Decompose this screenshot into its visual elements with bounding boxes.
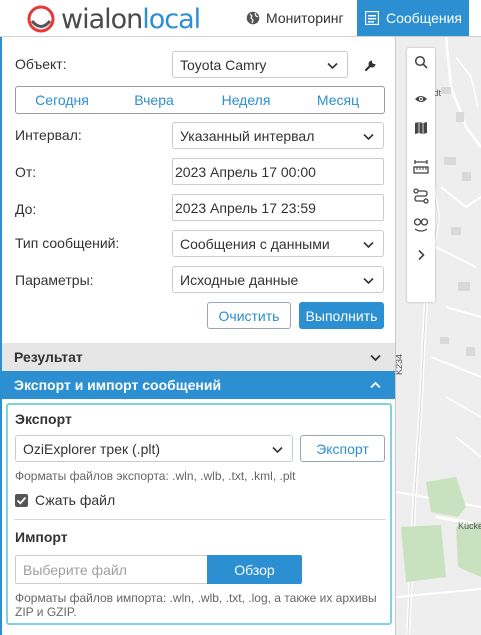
map-route-tool[interactable] <box>407 182 435 210</box>
parameters-value: Исходные данные <box>180 271 299 288</box>
clear-button[interactable]: Очистить <box>207 302 291 329</box>
logo-text-wialon: wialon <box>61 3 143 35</box>
import-formats-hint-line2: ZIP и GZIP. <box>15 605 77 619</box>
export-import-section-header[interactable]: Экспорт и импорт сообщений <box>2 371 395 399</box>
eye-icon <box>415 96 427 102</box>
tab-today[interactable]: Сегодня <box>16 87 108 113</box>
route-icon <box>413 188 429 204</box>
nav-messages[interactable]: Сообщения <box>357 0 469 36</box>
result-section-title: Результат <box>14 349 83 365</box>
import-formats-hint-line1: Форматы файлов импорта: .wln, .wlb, .txt… <box>15 591 377 605</box>
interval-select[interactable]: Указанный интервал <box>172 122 384 149</box>
geofence-icon <box>413 218 429 232</box>
logo-text-local: local <box>142 3 201 35</box>
message-type-select[interactable]: Сообщения с данными <box>172 230 384 257</box>
export-title: Экспорт <box>15 411 72 427</box>
map-geofence-tool[interactable] <box>407 211 435 239</box>
chevron-down-icon <box>370 354 381 362</box>
map-label-road: K234 <box>396 353 404 375</box>
check-icon <box>16 496 27 505</box>
compress-label[interactable]: Сжать файл <box>35 492 115 508</box>
messages-icon <box>365 11 379 25</box>
export-format-select[interactable]: OziExplorer трек (.plt) <box>15 435 293 462</box>
wialon-logo-icon <box>27 5 55 33</box>
parameters-label: Параметры: <box>15 272 94 288</box>
chevron-right-icon <box>418 249 425 261</box>
export-format-value: OziExplorer трек (.plt) <box>23 440 161 457</box>
map-visibility-tool[interactable] <box>407 85 435 113</box>
globe-icon <box>246 11 260 25</box>
interval-label: Интервал: <box>15 127 82 143</box>
chevron-up-icon <box>370 381 381 389</box>
chevron-down-icon <box>363 277 374 285</box>
wialon-logo[interactable]: wialonlocal <box>26 3 201 35</box>
map-expand-tool[interactable] <box>407 241 435 269</box>
nav-messages-label: Сообщения <box>386 10 462 26</box>
search-icon <box>414 55 428 69</box>
chevron-down-icon <box>363 133 374 141</box>
map-layers-tool[interactable] <box>407 114 435 142</box>
wrench-icon[interactable] <box>364 58 378 72</box>
map-ruler-tool[interactable] <box>407 153 435 181</box>
result-section-header[interactable]: Результат <box>2 343 395 371</box>
top-header: wialonlocal Мониторинг Сообщения <box>0 0 481 37</box>
from-datetime-input[interactable]: 2023 Апрель 17 00:00 <box>172 158 384 185</box>
message-type-value: Сообщения с данными <box>180 235 330 252</box>
period-tabs: Сегодня Вчера Неделя Месяц <box>15 86 385 114</box>
execute-button[interactable]: Выполнить <box>299 302 384 329</box>
compress-checkbox[interactable] <box>15 494 28 507</box>
chevron-down-icon <box>327 62 338 70</box>
map-search-tool[interactable] <box>407 48 435 76</box>
tab-week[interactable]: Неделя <box>200 87 292 113</box>
tab-yesterday[interactable]: Вчера <box>108 87 200 113</box>
export-import-content: Экспорт OziExplorer трек (.plt) Экспорт … <box>6 403 392 625</box>
object-label: Объект: <box>15 56 67 72</box>
map-toolbar <box>407 48 435 302</box>
map-icon <box>415 122 427 134</box>
to-datetime-input[interactable]: 2023 Апрель 17 23:59 <box>172 194 384 221</box>
map-area[interactable]: tedt K234 Kücke <box>396 37 481 635</box>
tab-month[interactable]: Месяц <box>292 87 384 113</box>
ruler-icon <box>413 160 429 174</box>
from-label: От: <box>15 164 37 180</box>
section-divider <box>14 519 386 520</box>
chevron-down-icon <box>363 241 374 249</box>
browse-button[interactable]: Обзор <box>207 555 302 584</box>
object-select-value: Toyota Camry <box>180 56 267 73</box>
logo-text: wialonlocal <box>61 3 201 35</box>
message-type-label: Тип сообщений: <box>15 235 120 251</box>
import-title: Импорт <box>15 529 68 545</box>
messages-panel: Объект: Toyota Camry Сегодня Вчера Недел… <box>0 37 396 635</box>
nav-monitoring-label: Мониторинг <box>266 10 344 26</box>
interval-select-value: Указанный интервал <box>180 127 315 144</box>
to-label: До: <box>15 201 37 217</box>
map-label-street: Kücke <box>458 521 481 531</box>
export-import-section-title: Экспорт и импорт сообщений <box>14 377 222 393</box>
export-button[interactable]: Экспорт <box>300 435 385 462</box>
chevron-down-icon <box>272 446 283 454</box>
nav-monitoring[interactable]: Мониторинг <box>238 0 352 36</box>
import-file-input[interactable]: Выберите файл <box>15 555 207 584</box>
object-select[interactable]: Toyota Camry <box>172 51 348 78</box>
export-formats-hint: Форматы файлов экспорта: .wln, .wlb, .tx… <box>15 469 296 483</box>
parameters-select[interactable]: Исходные данные <box>172 266 384 293</box>
